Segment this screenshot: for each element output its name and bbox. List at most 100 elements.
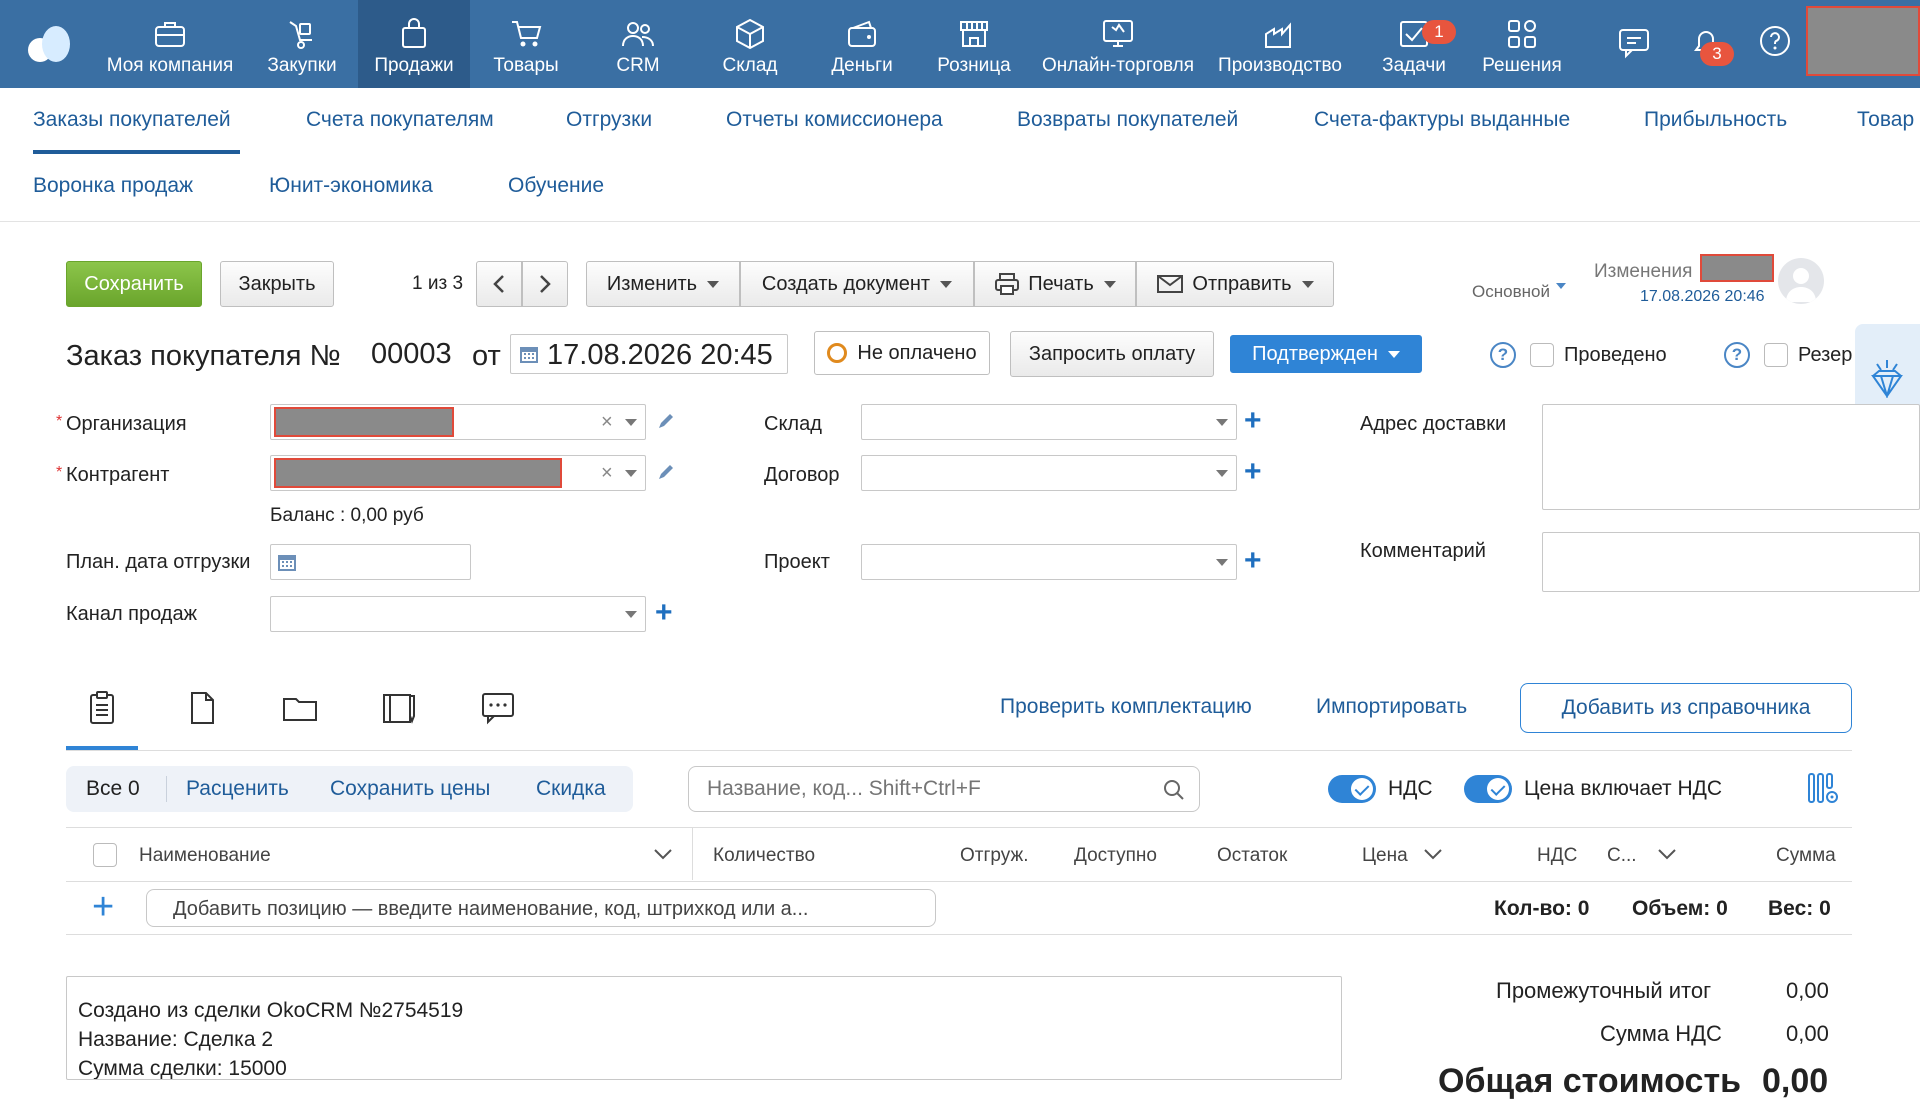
subnav-shipments[interactable]: Отгрузки bbox=[566, 108, 652, 132]
logo-icon[interactable] bbox=[26, 24, 72, 62]
subnav-profitability[interactable]: Прибыльность bbox=[1644, 108, 1787, 132]
calendar-icon[interactable] bbox=[277, 552, 297, 572]
nav-production[interactable]: Производство bbox=[1210, 0, 1350, 88]
chevron-down-icon[interactable] bbox=[1556, 283, 1566, 289]
clear-icon[interactable]: × bbox=[601, 462, 613, 485]
pencil-icon[interactable] bbox=[656, 462, 676, 484]
column-header-shipped[interactable]: Отгруж. bbox=[960, 845, 1028, 867]
folder-icon[interactable] bbox=[280, 688, 320, 728]
reserve-checkbox[interactable] bbox=[1764, 343, 1788, 367]
chevron-down-icon[interactable] bbox=[1216, 419, 1228, 426]
add-contract-button[interactable]: + bbox=[1244, 457, 1262, 487]
calendar-icon[interactable] bbox=[519, 344, 539, 364]
edit-button[interactable]: Изменить bbox=[586, 261, 740, 307]
document-icon[interactable] bbox=[182, 688, 222, 728]
ship-date-field[interactable] bbox=[270, 544, 471, 580]
view-selector[interactable]: Основной bbox=[1472, 282, 1550, 302]
add-position-input[interactable]: Добавить позицию — введите наименование,… bbox=[146, 889, 936, 927]
column-header-vat[interactable]: НДС bbox=[1537, 845, 1577, 867]
save-prices-link[interactable]: Сохранить цены bbox=[330, 777, 490, 801]
chevron-down-icon[interactable] bbox=[1422, 846, 1444, 862]
subnav-customer-returns[interactable]: Возвраты покупателей bbox=[1017, 108, 1238, 132]
delivery-address-input[interactable] bbox=[1542, 404, 1920, 510]
close-button[interactable]: Закрыть bbox=[220, 261, 334, 307]
column-header-price[interactable]: Цена bbox=[1362, 845, 1408, 867]
clipboard-icon[interactable] bbox=[82, 688, 122, 728]
clear-icon[interactable]: × bbox=[601, 411, 613, 434]
save-button[interactable]: Сохранить bbox=[66, 261, 202, 307]
nav-warehouse[interactable]: Склад bbox=[700, 0, 800, 88]
nav-crm[interactable]: CRM bbox=[588, 0, 688, 88]
nav-solutions[interactable]: Решения bbox=[1470, 0, 1574, 88]
nav-tasks[interactable]: Задачи 1 bbox=[1364, 0, 1464, 88]
description-textarea[interactable]: Создано из сделки OkoCRM №2754519 Назван… bbox=[66, 976, 1342, 1080]
chevron-down-icon[interactable] bbox=[1216, 470, 1228, 477]
subnav-customer-invoices[interactable]: Счета покупателям bbox=[306, 108, 494, 132]
contract-select[interactable] bbox=[861, 455, 1237, 491]
column-header-c[interactable]: С... bbox=[1607, 845, 1637, 867]
comment-input[interactable] bbox=[1542, 532, 1920, 592]
position-search-box[interactable] bbox=[688, 766, 1200, 812]
chevron-down-icon[interactable] bbox=[625, 470, 637, 477]
select-all-checkbox[interactable] bbox=[93, 843, 117, 867]
subnav-sales-funnel[interactable]: Воронка продаж bbox=[33, 174, 193, 198]
print-button[interactable]: Печать bbox=[974, 261, 1136, 307]
column-header-available[interactable]: Доступно bbox=[1074, 845, 1157, 867]
prev-button[interactable] bbox=[476, 261, 522, 307]
posted-checkbox[interactable] bbox=[1530, 343, 1554, 367]
nav-purchases[interactable]: Закупки bbox=[252, 0, 352, 88]
contractor-select[interactable]: × bbox=[270, 455, 646, 491]
add-from-catalog-button[interactable]: Добавить из справочника bbox=[1520, 683, 1852, 733]
help-icon[interactable]: ? bbox=[1490, 342, 1516, 368]
avatar[interactable] bbox=[1778, 258, 1824, 304]
add-channel-button[interactable]: + bbox=[655, 598, 673, 628]
chat-icon[interactable] bbox=[1616, 24, 1652, 60]
notes-icon[interactable] bbox=[380, 688, 420, 728]
warehouse-select[interactable] bbox=[861, 404, 1237, 440]
request-payment-button[interactable]: Запросить оплату bbox=[1010, 331, 1214, 377]
subnav-training[interactable]: Обучение bbox=[508, 174, 604, 198]
nav-goods[interactable]: Товары bbox=[476, 0, 576, 88]
send-button[interactable]: Отправить bbox=[1136, 261, 1334, 307]
next-button[interactable] bbox=[522, 261, 568, 307]
project-select[interactable] bbox=[861, 544, 1237, 580]
add-position-plus-icon[interactable]: + bbox=[92, 888, 114, 926]
search-input[interactable] bbox=[705, 775, 1145, 803]
nav-money[interactable]: Деньги bbox=[812, 0, 912, 88]
vat-toggle[interactable] bbox=[1328, 775, 1376, 803]
comments-icon[interactable] bbox=[478, 688, 518, 728]
column-header-qty[interactable]: Количество bbox=[713, 845, 815, 867]
subnav-unit-economics[interactable]: Юнит-экономика bbox=[269, 174, 433, 198]
search-icon[interactable] bbox=[1163, 779, 1185, 801]
changes-date[interactable]: 17.08.2026 20:46 bbox=[1640, 288, 1765, 306]
subnav-goods[interactable]: Товар bbox=[1857, 108, 1914, 132]
user-profile-avatar[interactable] bbox=[1806, 6, 1920, 76]
column-header-name[interactable]: Наименование bbox=[139, 845, 271, 867]
column-header-stock[interactable]: Остаток bbox=[1217, 845, 1287, 867]
import-link[interactable]: Импортировать bbox=[1316, 695, 1467, 719]
chevron-down-icon[interactable] bbox=[625, 419, 637, 426]
chevron-down-icon[interactable] bbox=[652, 846, 674, 862]
nav-retail[interactable]: Розница bbox=[924, 0, 1024, 88]
subnav-commissioner-reports[interactable]: Отчеты комиссионера bbox=[726, 108, 943, 132]
nav-sales[interactable]: Продажи bbox=[358, 0, 470, 88]
order-number[interactable]: 00003 bbox=[371, 338, 452, 371]
help-icon[interactable]: ? bbox=[1724, 342, 1750, 368]
price-incl-vat-toggle[interactable] bbox=[1464, 775, 1512, 803]
subnav-customer-orders[interactable]: Заказы покупателей bbox=[33, 108, 231, 132]
add-warehouse-button[interactable]: + bbox=[1244, 406, 1262, 436]
column-header-sum[interactable]: Сумма bbox=[1776, 845, 1836, 867]
discount-link[interactable]: Скидка bbox=[536, 777, 606, 801]
payment-status-button[interactable]: Не оплачено bbox=[814, 331, 990, 375]
chevron-down-icon[interactable] bbox=[625, 611, 637, 618]
column-settings-icon[interactable] bbox=[1806, 770, 1840, 806]
order-date-field[interactable]: 17.08.2026 20:45 bbox=[510, 334, 788, 374]
subnav-issued-invoices[interactable]: Счета-фактуры выданные bbox=[1314, 108, 1570, 132]
check-kit-link[interactable]: Проверить комплектацию bbox=[1000, 695, 1252, 719]
add-project-button[interactable]: + bbox=[1244, 546, 1262, 576]
reprice-link[interactable]: Расценить bbox=[186, 777, 289, 801]
help-icon[interactable] bbox=[1758, 24, 1792, 58]
organization-select[interactable]: × bbox=[270, 404, 646, 440]
chevron-down-icon[interactable] bbox=[1656, 846, 1678, 862]
nav-my-company[interactable]: Моя компания bbox=[100, 0, 240, 88]
